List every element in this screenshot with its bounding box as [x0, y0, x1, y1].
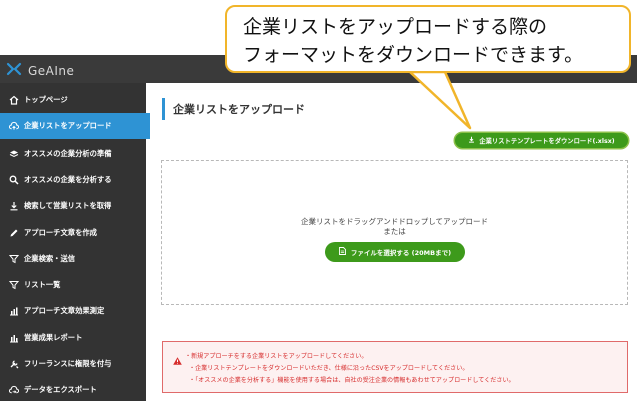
logo[interactable]: GeAIne	[6, 61, 74, 80]
sidebar-item-analyze[interactable]: オススメの企業を分析する	[0, 167, 146, 193]
sidebar-item-label: 営業成果レポート	[24, 333, 83, 342]
page-title: 企業リストをアップロード	[162, 98, 305, 120]
sidebar-item-company-search[interactable]: 企業検索・送信	[0, 246, 146, 272]
callout-bubble: 企業リストをアップロードする際の フォーマットをダウンロードできます。	[225, 5, 631, 73]
select-file-label: ファイルを選択する (20MBまで)	[350, 249, 452, 257]
sidebar-item-top[interactable]: トップページ	[0, 87, 146, 113]
layers-icon	[9, 149, 19, 159]
warning-icon	[173, 350, 182, 369]
sidebar-item-effect[interactable]: アプローチ文章効果測定	[0, 298, 146, 324]
sidebar-item-search-list[interactable]: 検索して営業リストを取得	[0, 193, 146, 219]
cloud-export-icon	[9, 385, 19, 395]
download-icon	[468, 136, 475, 145]
sidebar-item-report[interactable]: 営業成果レポート	[0, 325, 146, 351]
home-icon	[9, 95, 19, 105]
sidebar-item-label: オススメの企業分析の準備	[24, 149, 112, 158]
sidebar-item-label: リスト一覧	[24, 280, 61, 289]
sidebar-item-label: オススメの企業を分析する	[24, 175, 112, 184]
alert-line-1: ・新規アプローチをする企業リストをアップロードしてください。	[185, 353, 368, 360]
filter-icon	[9, 254, 19, 264]
download-template-label: 企業リストテンプレートをダウンロード(.xlsx)	[479, 138, 615, 145]
file-icon	[338, 247, 346, 257]
sidebar-item-label: フリーランスに権限を付与	[24, 359, 112, 368]
filter-list-icon	[9, 280, 19, 290]
cloud-upload-icon	[9, 121, 19, 131]
callout-line-1: 企業リストをアップロードする際の	[243, 16, 548, 38]
tools-icon	[9, 359, 19, 369]
download-icon	[9, 201, 19, 211]
dropzone-instruction: 企業リストをドラッグアンドドロップしてアップロード	[301, 217, 488, 226]
search-icon	[9, 175, 19, 185]
sidebar-item-label: 企業リストをアップロード	[24, 121, 112, 130]
report-chart-icon	[9, 333, 19, 343]
alert-line-3: ・「オススメの企業を分析する」機能を使用する場合は、自社の受注企業の情報もあわせ…	[189, 377, 515, 384]
sidebar-item-label: 検索して営業リストを取得	[24, 201, 112, 210]
download-template-button[interactable]: 企業リストテンプレートをダウンロード(.xlsx)	[455, 133, 628, 148]
sidebar-item-label: データをエクスポート	[24, 385, 97, 394]
sidebar-item-analysis-prep[interactable]: オススメの企業分析の準備	[0, 141, 146, 167]
sidebar-item-list[interactable]: リスト一覧	[0, 272, 146, 298]
callout-line-2: フォーマットをダウンロードできます。	[243, 44, 584, 66]
sidebar-item-label: アプローチ文章効果測定	[24, 306, 105, 315]
bar-chart-icon	[9, 306, 19, 316]
sidebar-item-label: アプローチ文章を作成	[24, 228, 97, 237]
alert-line-2: ・企業リストテンプレートをダウンロードいただき、仕様に沿ったCSVをアップロード…	[189, 365, 469, 372]
dropzone-text: 企業リストをドラッグアンドドロップしてアップロード または	[161, 217, 628, 237]
logo-icon	[6, 61, 22, 80]
sidebar-item-export[interactable]: データをエクスポート	[0, 377, 146, 403]
pencil-icon	[9, 228, 19, 238]
sidebar-item-upload[interactable]: 企業リストをアップロード	[0, 113, 150, 139]
sidebar-item-label: 企業検索・送信	[24, 254, 76, 263]
dropzone-or: または	[383, 227, 406, 236]
notice-alert: ・新規アプローチをする企業リストをアップロードしてください。 ・企業リストテンプ…	[162, 341, 628, 393]
logo-text: GeAIne	[28, 63, 75, 78]
sidebar-item-approach-text[interactable]: アプローチ文章を作成	[0, 220, 146, 246]
select-file-button[interactable]: ファイルを選択する (20MBまで)	[325, 242, 465, 262]
callout-pointer-cover	[412, 66, 443, 71]
sidebar-item-label: トップページ	[24, 95, 68, 104]
sidebar-item-freelance[interactable]: フリーランスに権限を付与	[0, 351, 146, 377]
